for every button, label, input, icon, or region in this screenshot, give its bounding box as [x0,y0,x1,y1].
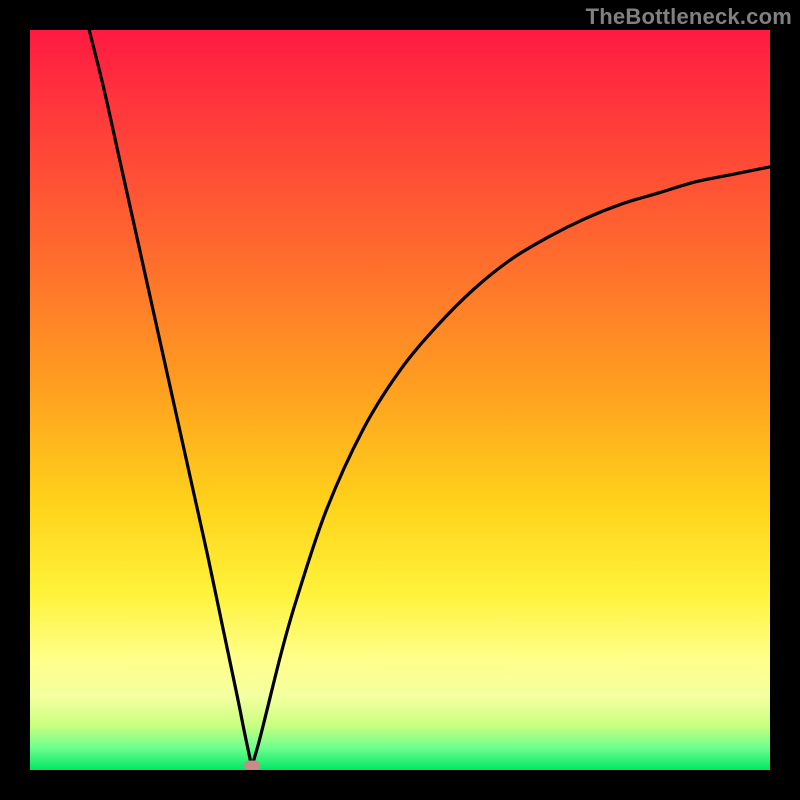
bottleneck-curve [89,30,770,766]
plot-area [30,30,770,770]
chart-frame: TheBottleneck.com [0,0,800,800]
watermark-text: TheBottleneck.com [586,4,792,30]
curve-layer [30,30,770,770]
minimum-marker [244,761,260,770]
